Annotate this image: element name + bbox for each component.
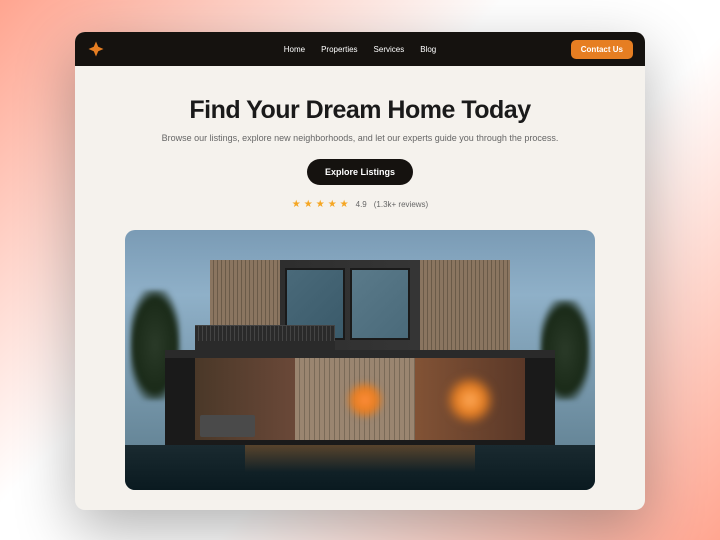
balcony-rail — [195, 326, 335, 341]
pool — [125, 445, 595, 490]
nav-link-services[interactable]: Services — [374, 45, 405, 54]
hero-image — [125, 230, 595, 490]
star-icon: ★ — [328, 199, 337, 210]
explore-button[interactable]: Explore Listings — [307, 159, 413, 185]
star-icon: ★ — [316, 199, 325, 210]
sofa — [200, 415, 255, 437]
nav-links: Home Properties Services Blog — [284, 45, 437, 54]
reflection — [245, 445, 475, 490]
nav-link-properties[interactable]: Properties — [321, 45, 357, 54]
rating-value: 4.9 — [356, 200, 367, 209]
star-icon: ★ — [292, 199, 301, 210]
hero-subtitle: Browse our listings, explore new neighbo… — [95, 133, 625, 143]
balcony — [195, 325, 335, 350]
rating-reviews: (1.3k+ reviews) — [374, 200, 428, 209]
contact-button[interactable]: Contact Us — [571, 40, 633, 59]
nav-link-blog[interactable]: Blog — [420, 45, 436, 54]
star-icon: ★ — [304, 199, 313, 210]
light-glow — [445, 375, 495, 425]
nav-link-home[interactable]: Home — [284, 45, 305, 54]
logo-icon[interactable] — [87, 40, 105, 58]
window — [350, 268, 410, 340]
house-illustration — [125, 230, 595, 490]
wood-slats — [420, 260, 510, 350]
page-container: Home Properties Services Blog Contact Us… — [75, 32, 645, 510]
light-glow — [345, 380, 385, 420]
hero-title: Find Your Dream Home Today — [95, 96, 625, 125]
navbar: Home Properties Services Blog Contact Us — [75, 32, 645, 66]
rating-row: ★ ★ ★ ★ ★ 4.9 (1.3k+ reviews) — [95, 199, 625, 210]
star-icon: ★ — [340, 199, 349, 210]
hero-section: Find Your Dream Home Today Browse our li… — [75, 66, 645, 510]
roof-edge — [165, 350, 555, 358]
